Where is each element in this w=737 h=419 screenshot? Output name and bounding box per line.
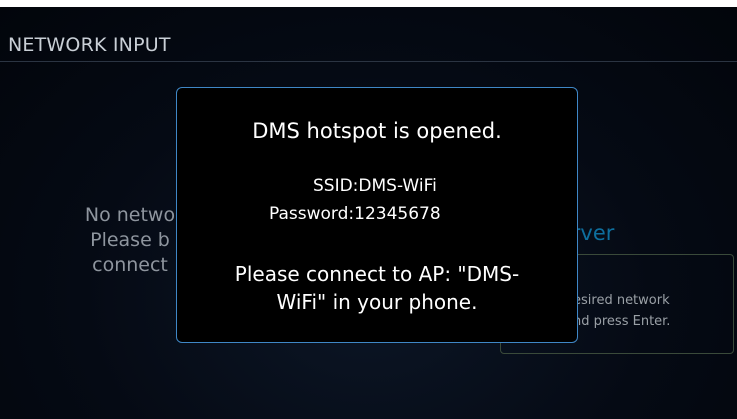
instructions-line-1: Please connect to AP: "DMS- bbox=[234, 262, 520, 286]
network-hint-text: esired network nd press Enter. bbox=[573, 290, 670, 332]
hotspot-dialog[interactable]: DMS hotspot is opened. SSID:DMS-WiFi Pas… bbox=[176, 87, 578, 343]
dialog-title: DMS hotspot is opened. bbox=[252, 119, 502, 143]
page-title: NETWORK INPUT bbox=[8, 34, 171, 56]
instructions-line-2: WiFi" in your phone. bbox=[276, 290, 478, 314]
hint-line-2: nd press Enter. bbox=[573, 314, 671, 329]
ssid-label: SSID:DMS-WiFi bbox=[313, 176, 437, 196]
header: NETWORK INPUT bbox=[0, 7, 737, 62]
connect-instructions: Please connect to AP: "DMS- WiFi" in you… bbox=[177, 260, 577, 316]
password-label: Password:12345678 bbox=[269, 204, 441, 224]
network-input-screen: NETWORK INPUT No netwo Please b connect … bbox=[0, 7, 737, 419]
hint-line-1: esired network bbox=[573, 293, 670, 308]
header-divider bbox=[0, 61, 737, 62]
